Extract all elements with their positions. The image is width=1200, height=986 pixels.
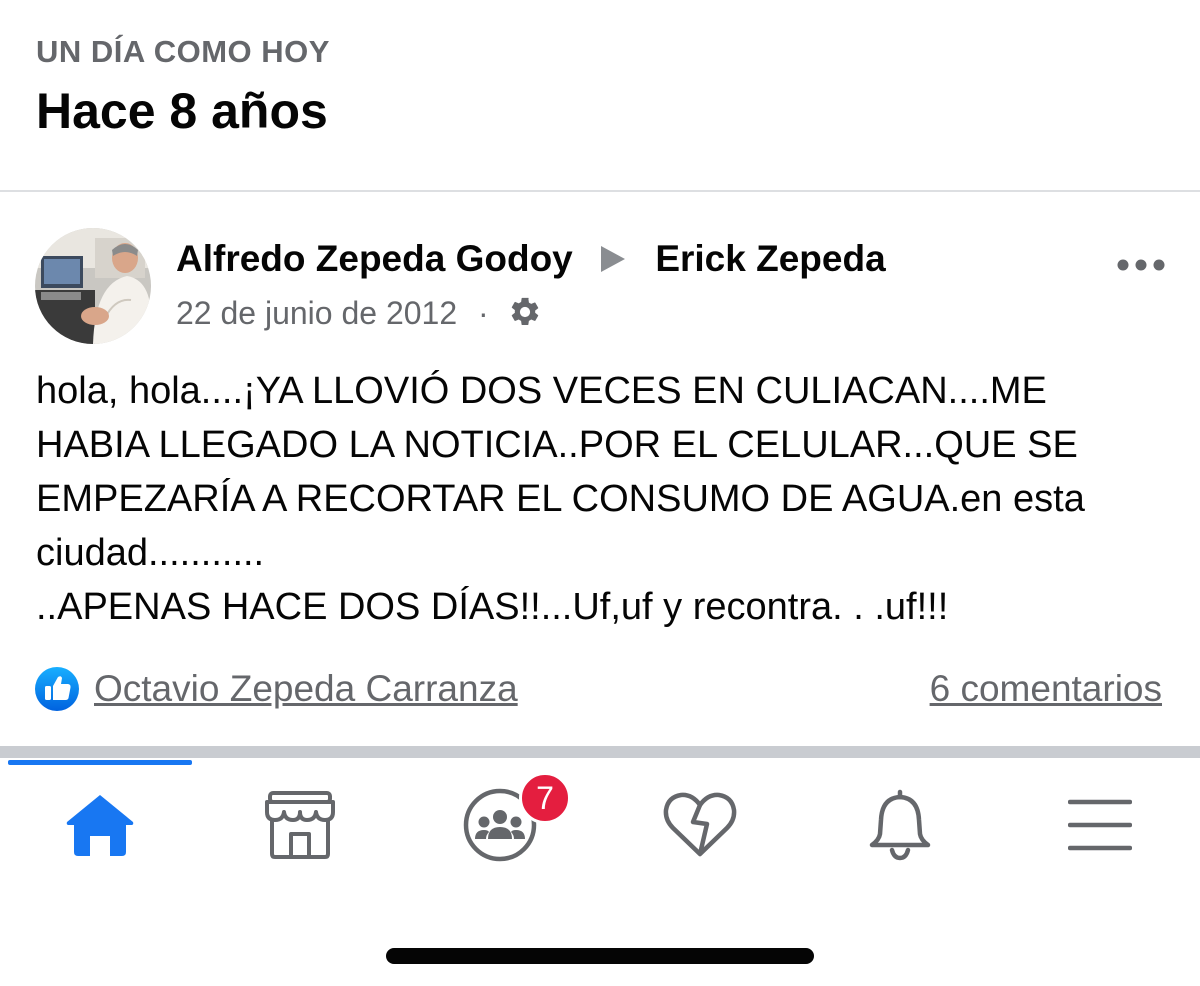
post-author-line: Alfredo Zepeda Godoy Erick Zepeda bbox=[176, 236, 886, 282]
gear-icon bbox=[508, 295, 542, 329]
post-body: hola, hola....¡YA LLOVIÓ DOS VECES EN CU… bbox=[36, 364, 1166, 634]
avatar-photo bbox=[35, 228, 151, 344]
memory-title: Hace 8 años bbox=[36, 83, 328, 139]
groups-notification-badge: 7 bbox=[519, 772, 571, 824]
tab-home[interactable] bbox=[50, 780, 150, 870]
home-icon bbox=[66, 795, 134, 856]
feed-separator bbox=[0, 746, 1200, 758]
comments-count-link[interactable]: 6 comentarios bbox=[930, 666, 1162, 712]
meta-separator: · bbox=[478, 295, 489, 331]
bell-icon bbox=[869, 789, 931, 861]
tab-menu[interactable] bbox=[1050, 780, 1150, 870]
marketplace-icon bbox=[265, 791, 335, 859]
header-divider bbox=[0, 190, 1200, 192]
tab-dating[interactable] bbox=[650, 780, 750, 870]
tab-notifications[interactable] bbox=[850, 780, 950, 870]
tab-marketplace[interactable] bbox=[250, 780, 350, 870]
memory-kicker: UN DÍA COMO HOY bbox=[36, 34, 330, 69]
post-meta: 22 de junio de 2012 · bbox=[176, 292, 542, 334]
memory-header: UN DÍA COMO HOY Hace 8 años bbox=[36, 30, 330, 146]
post-date[interactable]: 22 de junio de 2012 bbox=[176, 295, 457, 331]
more-options-icon bbox=[1117, 259, 1165, 271]
post-recipient-name[interactable]: Erick Zepeda bbox=[655, 238, 885, 279]
post-text: hola, hola....¡YA LLOVIÓ DOS VECES EN CU… bbox=[36, 370, 1085, 628]
like-icon[interactable] bbox=[34, 666, 80, 712]
more-options-button[interactable] bbox=[1112, 248, 1170, 282]
post-author-name[interactable]: Alfredo Zepeda Godoy bbox=[176, 238, 573, 279]
active-tab-indicator bbox=[8, 760, 192, 765]
menu-icon bbox=[1068, 799, 1132, 851]
avatar[interactable] bbox=[35, 228, 151, 344]
liker-name-link[interactable]: Octavio Zepeda Carranza bbox=[94, 666, 518, 712]
heart-icon bbox=[663, 792, 737, 857]
home-indicator-bar[interactable] bbox=[386, 948, 814, 964]
arrow-right-icon bbox=[599, 239, 627, 272]
